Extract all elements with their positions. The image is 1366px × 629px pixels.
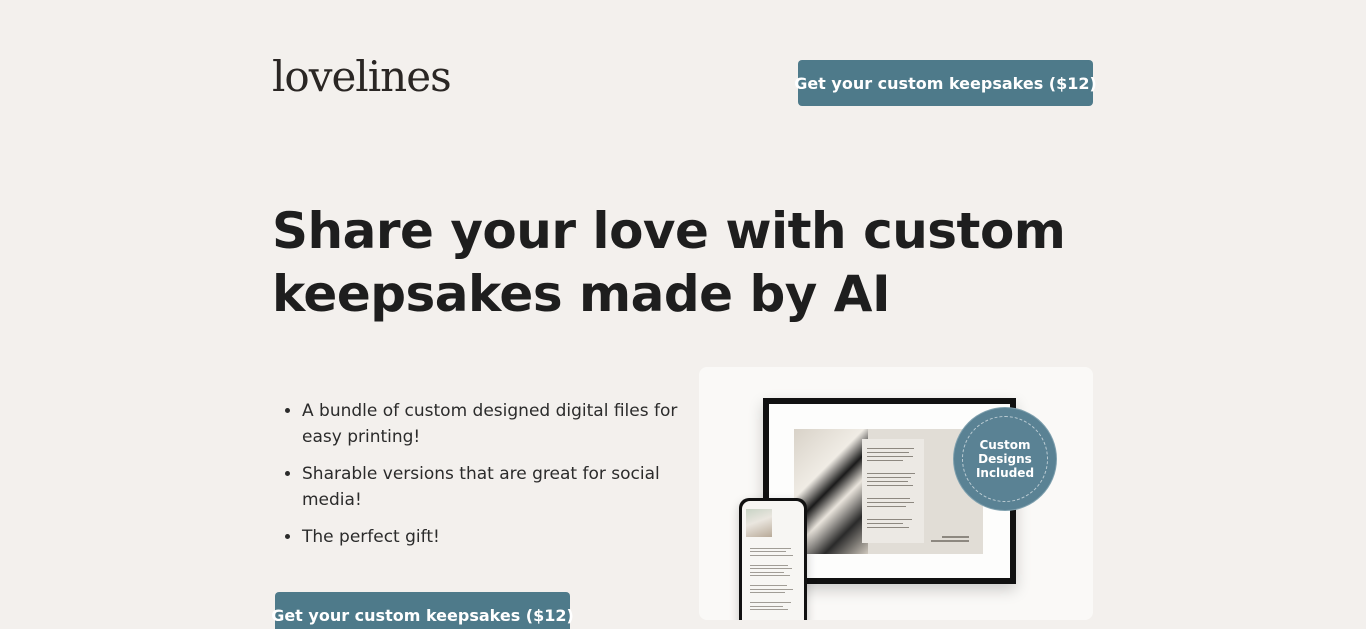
badge-label: Custom Designs Included [975, 438, 1035, 480]
product-showcase-image: Custom Designs Included [699, 367, 1093, 620]
phone-mockup [739, 498, 807, 620]
print-artwork [794, 429, 983, 554]
feature-item: Sharable versions that are great for soc… [302, 461, 692, 513]
signature-lines [931, 534, 969, 545]
feature-list: A bundle of custom designed digital file… [272, 398, 692, 561]
phone-photo [746, 509, 772, 537]
phone-text-lines [750, 545, 798, 613]
page-headline: Share your love with custom keepsakes ma… [272, 202, 1066, 323]
hero-cta-button[interactable]: Get your custom keepsakes ($12) [271, 592, 574, 629]
poem-text-panel [862, 439, 924, 543]
phone-screen [742, 501, 804, 620]
landing-page: lovelines Get your custom keepsakes ($12… [0, 0, 1366, 629]
custom-designs-badge: Custom Designs Included [957, 411, 1053, 507]
logo[interactable]: lovelines [272, 56, 452, 98]
feature-item: A bundle of custom designed digital file… [302, 398, 692, 450]
feature-item: The perfect gift! [302, 524, 692, 550]
header-cta-button[interactable]: Get your custom keepsakes ($12) [794, 60, 1097, 106]
